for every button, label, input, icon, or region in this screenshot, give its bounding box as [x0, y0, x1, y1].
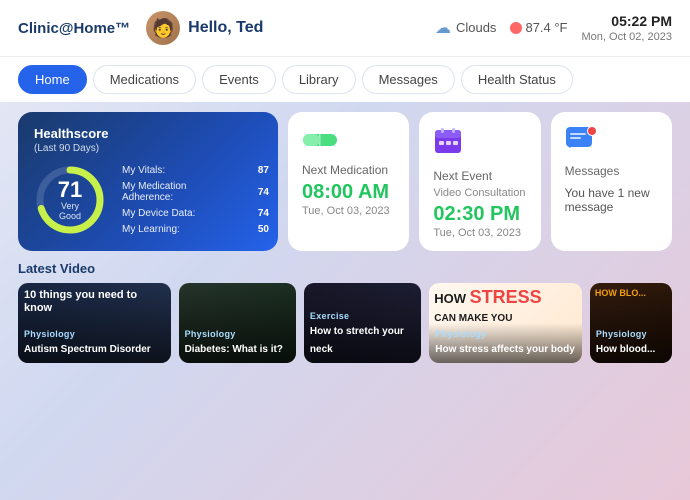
health-score-body: 71 Very Good My Vitals: 87: [34, 164, 262, 236]
logo: Clinic@Home™: [18, 20, 130, 37]
main-content: Healthscore (Last 90 Days) 71 Very Good: [0, 102, 690, 373]
datetime: 05:22 PM Mon, Oct 02, 2023: [582, 12, 673, 44]
header: Clinic@Home™ 🧑 Hello, Ted ☁ Clouds 87.4 …: [0, 0, 690, 56]
nav-messages[interactable]: Messages: [362, 65, 455, 94]
next-event-sublabel: Video Consultation: [433, 187, 526, 199]
metric-device: My Device Data: 74: [122, 208, 269, 219]
video-card-3[interactable]: Exercise How to stretch your neck: [304, 283, 421, 363]
metric-medication-value: 74: [249, 187, 269, 198]
video4-info: Physiology How stress affects your body: [435, 329, 574, 357]
health-score-title: Healthscore: [34, 126, 262, 141]
video5-info: Physiology How blood...: [596, 329, 655, 357]
navigation: Home Medications Events Library Messages…: [0, 56, 690, 102]
message-icon: [565, 126, 597, 158]
time-display: 05:22 PM: [582, 12, 673, 30]
video1-title: Autism Spectrum Disorder: [24, 344, 151, 355]
video-row: 10 things you need to know Physiology Au…: [18, 283, 672, 363]
date-display: Mon, Oct 02, 2023: [582, 30, 673, 44]
score-number: 71: [52, 179, 88, 201]
video2-title: Diabetes: What is it?: [185, 344, 283, 355]
video1-info: Physiology Autism Spectrum Disorder: [24, 329, 151, 357]
video1-large-title: 10 things you need to know: [24, 289, 165, 315]
weather-label: Clouds: [456, 20, 496, 35]
health-score-card: Healthscore (Last 90 Days) 71 Very Good: [18, 112, 278, 251]
video2-info: Physiology Diabetes: What is it?: [185, 329, 283, 357]
next-event-time: 02:30 PM: [433, 203, 526, 225]
health-score-subtitle: (Last 90 Days): [34, 143, 262, 154]
video4-title: How stress affects your body: [435, 344, 574, 355]
video4-stress-text: HOW STRESS: [434, 288, 577, 308]
weather-widget: ☁ Clouds: [435, 18, 496, 38]
metric-vitals-value: 87: [249, 165, 269, 176]
video5-title: How blood...: [596, 344, 655, 355]
nav-medications[interactable]: Medications: [93, 65, 196, 94]
metrics-list: My Vitals: 87 My Medication Adherence: 7…: [122, 165, 269, 235]
metric-vitals: My Vitals: 87: [122, 165, 269, 176]
video-card-2[interactable]: Physiology Diabetes: What is it?: [179, 283, 296, 363]
greeting: Hello, Ted: [188, 19, 435, 37]
metric-device-label: My Device Data:: [122, 208, 237, 219]
message-badge: [587, 126, 597, 136]
video1-category: Physiology: [24, 329, 151, 339]
next-event-date: Tue, Oct 03, 2023: [433, 227, 526, 239]
metric-medication: My Medication Adherence: 74: [122, 181, 269, 203]
next-medication-date: Tue, Oct 03, 2023: [302, 205, 395, 217]
cloud-icon: ☁: [435, 18, 451, 38]
pill-icon: [302, 126, 395, 157]
score-circle: 71 Very Good: [34, 164, 106, 236]
next-medication-card[interactable]: Next Medication 08:00 AM Tue, Oct 03, 20…: [288, 112, 409, 251]
next-event-card[interactable]: Next Event Video Consultation 02:30 PM T…: [419, 112, 540, 251]
temperature: 87.4 °F: [510, 20, 567, 35]
video4-sub: CAN MAKE YOU: [434, 313, 512, 324]
small-cards: Next Medication 08:00 AM Tue, Oct 03, 20…: [288, 112, 672, 251]
metric-learning-value: 50: [249, 224, 269, 235]
video-card-4[interactable]: HOW STRESS CAN MAKE YOU Physiology How s…: [429, 283, 582, 363]
video3-category: Exercise: [310, 311, 415, 321]
latest-video-section: Latest Video 10 things you need to know …: [18, 261, 672, 363]
nav-library[interactable]: Library: [282, 65, 356, 94]
metric-learning: My Learning: 50: [122, 224, 269, 235]
video5-category: Physiology: [596, 329, 655, 339]
video5-large: HOW BLO...: [595, 288, 646, 299]
score-label: Very Good: [52, 201, 88, 221]
metric-learning-label: My Learning:: [122, 224, 237, 235]
next-medication-label: Next Medication: [302, 163, 395, 177]
avatar: 🧑: [146, 11, 180, 45]
next-medication-time: 08:00 AM: [302, 181, 395, 203]
video-card-5[interactable]: HOW BLO... Physiology How blood...: [590, 283, 672, 363]
video3-title: How to stretch your neck: [310, 326, 404, 355]
latest-video-title: Latest Video: [18, 261, 672, 276]
messages-text: You have 1 new message: [565, 186, 658, 214]
header-right: ☁ Clouds 87.4 °F 05:22 PM Mon, Oct 02, 2…: [435, 12, 672, 44]
metric-medication-label: My Medication Adherence:: [122, 181, 237, 203]
messages-label: Messages: [565, 164, 658, 178]
nav-events[interactable]: Events: [202, 65, 276, 94]
next-event-label: Next Event: [433, 169, 526, 183]
nav-home[interactable]: Home: [18, 65, 87, 94]
score-text: 71 Very Good: [52, 179, 88, 221]
video4-category: Physiology: [435, 329, 574, 339]
top-row: Healthscore (Last 90 Days) 71 Very Good: [18, 112, 672, 251]
video-card-1[interactable]: 10 things you need to know Physiology Au…: [18, 283, 171, 363]
calendar-icon: [433, 126, 526, 163]
temp-icon: [510, 22, 522, 34]
nav-health-status[interactable]: Health Status: [461, 65, 573, 94]
metric-device-value: 74: [249, 208, 269, 219]
metric-vitals-label: My Vitals:: [122, 165, 237, 176]
temp-value: 87.4 °F: [525, 20, 567, 35]
video2-category: Physiology: [185, 329, 283, 339]
messages-card[interactable]: Messages You have 1 new message: [551, 112, 672, 251]
video3-info: Exercise How to stretch your neck: [310, 311, 415, 357]
